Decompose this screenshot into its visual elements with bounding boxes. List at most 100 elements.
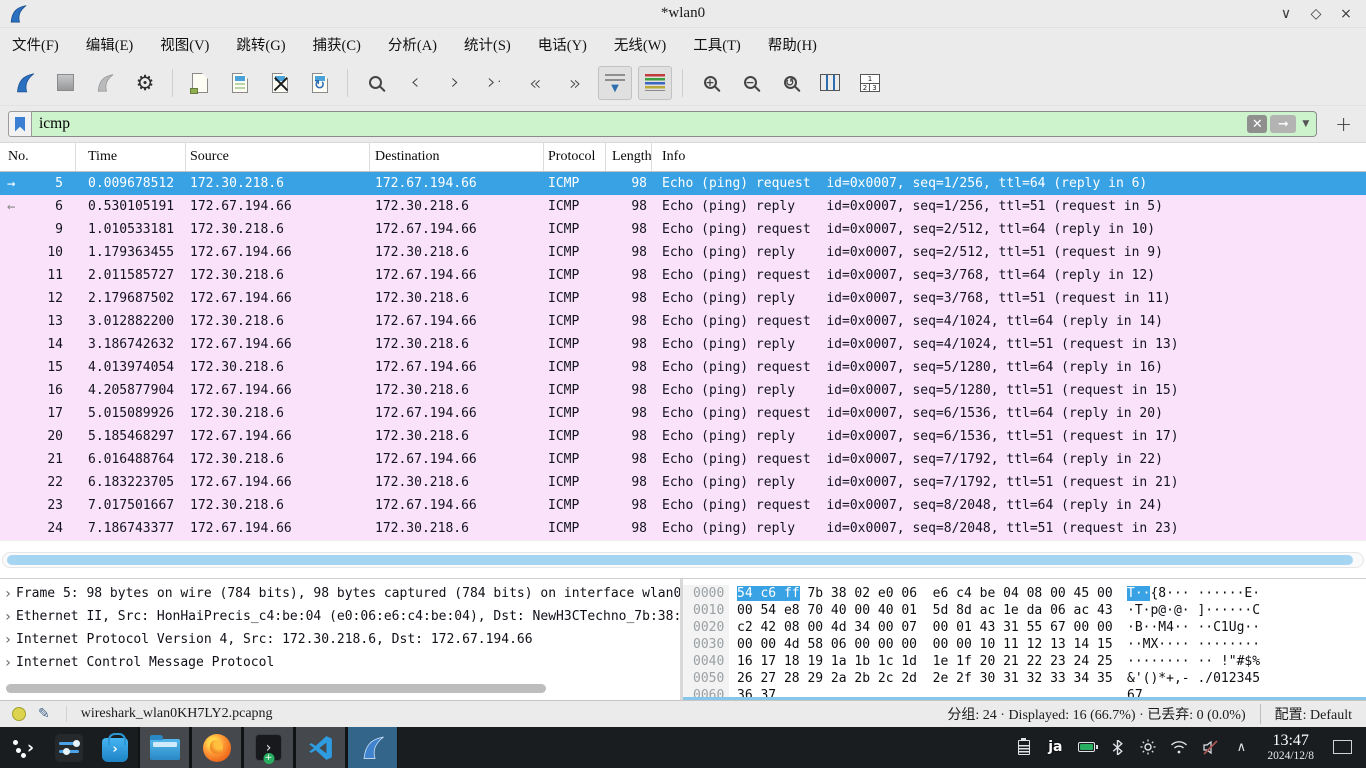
menu-item[interactable]: 捕获(C) bbox=[313, 34, 361, 55]
volume-muted-tray-icon[interactable] bbox=[1199, 740, 1221, 755]
menu-item[interactable]: 帮助(H) bbox=[768, 34, 817, 55]
packet-row[interactable]: 20 5.185468297 172.67.194.66 172.30.218.… bbox=[0, 425, 1366, 448]
expander-icon[interactable]: › bbox=[0, 655, 16, 671]
auto-scroll-button[interactable]: ▼ bbox=[598, 66, 632, 100]
menu-item[interactable]: 电话(Y) bbox=[538, 34, 587, 55]
menu-item[interactable]: 文件(F) bbox=[12, 34, 59, 55]
packet-row[interactable]: 10 1.179363455 172.67.194.66 172.30.218.… bbox=[0, 241, 1366, 264]
go-forward-button[interactable]: › bbox=[438, 66, 472, 100]
file-manager-task-button[interactable] bbox=[138, 727, 190, 768]
column-header[interactable]: Source bbox=[186, 143, 370, 171]
hex-row[interactable]: 0020 c2 42 08 00 4d 34 00 07 00 01 43 31… bbox=[683, 619, 1366, 636]
details-scrollbar-thumb[interactable] bbox=[6, 684, 546, 693]
discover-app-button[interactable]: › bbox=[92, 727, 138, 768]
vscode-task-button[interactable] bbox=[294, 727, 346, 768]
wireshark-task-button[interactable] bbox=[346, 727, 398, 768]
column-header[interactable]: Length bbox=[606, 143, 652, 171]
horizontal-scrollbar-thumb[interactable] bbox=[7, 555, 1353, 565]
menu-item[interactable]: 跳转(G) bbox=[236, 34, 285, 55]
settings-app-button[interactable] bbox=[46, 727, 92, 768]
menu-item[interactable]: 无线(W) bbox=[614, 34, 666, 55]
app-launcher-button[interactable]: › bbox=[0, 727, 46, 768]
colorize-button[interactable] bbox=[638, 66, 672, 100]
expander-icon[interactable]: › bbox=[0, 609, 16, 625]
packet-row[interactable]: 21 6.016488764 172.30.218.6 172.67.194.6… bbox=[0, 448, 1366, 471]
packet-row[interactable]: 13 3.012882200 172.30.218.6 172.67.194.6… bbox=[0, 310, 1366, 333]
detail-line[interactable]: › Internet Protocol Version 4, Src: 172.… bbox=[0, 628, 680, 651]
capture-comment-icon[interactable]: ✎ bbox=[38, 706, 50, 722]
bluetooth-tray-icon[interactable] bbox=[1106, 740, 1128, 755]
go-to-packet-button[interactable]: ›· bbox=[478, 66, 512, 100]
layout-button[interactable]: 123 bbox=[853, 66, 887, 100]
menu-item[interactable]: 视图(V) bbox=[160, 34, 209, 55]
hex-row[interactable]: 0040 16 17 18 19 1a 1b 1c 1d 1e 1f 20 21… bbox=[683, 653, 1366, 670]
terminal-task-button[interactable]: ›+ bbox=[242, 727, 294, 768]
menu-item[interactable]: 工具(T) bbox=[693, 34, 741, 55]
hex-row[interactable]: 0010 00 54 e8 70 40 00 40 01 5d 8d ac 1e… bbox=[683, 602, 1366, 619]
zoom-in-button[interactable]: + bbox=[693, 66, 727, 100]
wifi-tray-icon[interactable] bbox=[1168, 740, 1190, 754]
packet-row[interactable]: 24 7.186743377 172.67.194.66 172.30.218.… bbox=[0, 517, 1366, 540]
find-packet-button[interactable] bbox=[358, 66, 392, 100]
column-header[interactable]: Info bbox=[652, 143, 1366, 171]
packet-row[interactable]: 22 6.183223705 172.67.194.66 172.30.218.… bbox=[0, 471, 1366, 494]
input-method-indicator[interactable]: ja bbox=[1044, 739, 1066, 755]
packet-row[interactable]: 11 2.011585727 172.30.218.6 172.67.194.6… bbox=[0, 264, 1366, 287]
tray-expander-chevron[interactable]: ∧ bbox=[1230, 740, 1252, 755]
capture-filename[interactable]: wireshark_wlan0KH7LY2.pcapng bbox=[66, 706, 273, 722]
first-packet-button[interactable]: « bbox=[518, 66, 552, 100]
expert-info-icon[interactable] bbox=[12, 707, 26, 721]
packet-row[interactable]: 9 1.010533181 172.30.218.6 172.67.194.66… bbox=[0, 218, 1366, 241]
minimize-button[interactable]: ∨ bbox=[1278, 6, 1294, 22]
restart-capture-button[interactable] bbox=[88, 66, 122, 100]
column-header[interactable]: No. bbox=[0, 143, 76, 171]
stop-capture-button[interactable] bbox=[48, 66, 82, 100]
packet-row[interactable]: 14 3.186742632 172.67.194.66 172.30.218.… bbox=[0, 333, 1366, 356]
show-desktop-button[interactable] bbox=[1333, 740, 1352, 754]
hex-row[interactable]: 0060 36 37 67 bbox=[683, 687, 1366, 700]
packet-row[interactable]: 16 4.205877904 172.67.194.66 172.30.218.… bbox=[0, 379, 1366, 402]
filter-add-button[interactable]: + bbox=[1325, 112, 1358, 136]
expander-icon[interactable]: › bbox=[0, 632, 16, 648]
packet-row[interactable]: ← 6 0.530105191 172.67.194.66 172.30.218… bbox=[0, 195, 1366, 218]
brightness-tray-icon[interactable] bbox=[1137, 739, 1159, 755]
detail-line[interactable]: › Frame 5: 98 bytes on wire (784 bits), … bbox=[0, 582, 680, 605]
filter-input[interactable] bbox=[32, 115, 1247, 133]
filter-dropdown-caret[interactable]: ▼ bbox=[1299, 119, 1312, 129]
resize-columns-button[interactable] bbox=[813, 66, 847, 100]
hex-row[interactable]: 0030 00 00 4d 58 06 00 00 00 00 00 10 11… bbox=[683, 636, 1366, 653]
reload-file-button[interactable]: ↻ bbox=[303, 66, 337, 100]
packet-row[interactable]: 15 4.013974054 172.30.218.6 172.67.194.6… bbox=[0, 356, 1366, 379]
horizontal-scrollbar[interactable] bbox=[2, 552, 1364, 568]
close-button[interactable]: × bbox=[1338, 6, 1354, 22]
zoom-out-button[interactable]: − bbox=[733, 66, 767, 100]
firefox-task-button[interactable] bbox=[190, 727, 242, 768]
detail-line[interactable]: › Internet Control Message Protocol bbox=[0, 651, 680, 674]
last-packet-button[interactable]: » bbox=[558, 66, 592, 100]
maximize-button[interactable]: ◇ bbox=[1308, 6, 1324, 22]
column-header[interactable]: Protocol bbox=[544, 143, 606, 171]
hex-row[interactable]: 0050 26 27 28 29 2a 2b 2c 2d 2e 2f 30 31… bbox=[683, 670, 1366, 687]
clock[interactable]: 13:47 2024/12/8 bbox=[1267, 732, 1314, 764]
save-file-button[interactable] bbox=[223, 66, 257, 100]
zoom-reset-button[interactable]: ↺ bbox=[773, 66, 807, 100]
column-header[interactable]: Time bbox=[76, 143, 186, 171]
filter-bookmark-button[interactable] bbox=[8, 111, 32, 137]
open-file-button[interactable] bbox=[183, 66, 217, 100]
detail-line[interactable]: › Ethernet II, Src: HonHaiPrecis_c4:be:0… bbox=[0, 605, 680, 628]
start-capture-button[interactable] bbox=[8, 66, 42, 100]
close-file-button[interactable] bbox=[263, 66, 297, 100]
battery-tray-icon[interactable] bbox=[1075, 742, 1097, 752]
capture-options-button[interactable]: ⚙ bbox=[128, 66, 162, 100]
packet-row[interactable]: 23 7.017501667 172.30.218.6 172.67.194.6… bbox=[0, 494, 1366, 517]
packet-row[interactable]: → 5 0.009678512 172.30.218.6 172.67.194.… bbox=[0, 172, 1366, 195]
packet-row[interactable]: 12 2.179687502 172.67.194.66 172.30.218.… bbox=[0, 287, 1366, 310]
clipboard-tray-icon[interactable] bbox=[1013, 740, 1035, 755]
expander-icon[interactable]: › bbox=[0, 586, 16, 602]
go-back-button[interactable]: ‹ bbox=[398, 66, 432, 100]
column-header[interactable]: Destination bbox=[370, 143, 544, 171]
profile-selector[interactable]: 配置: Default bbox=[1260, 704, 1366, 724]
menu-item[interactable]: 分析(A) bbox=[388, 34, 437, 55]
filter-clear-button[interactable]: ✕ bbox=[1247, 115, 1267, 133]
menu-item[interactable]: 编辑(E) bbox=[86, 34, 134, 55]
